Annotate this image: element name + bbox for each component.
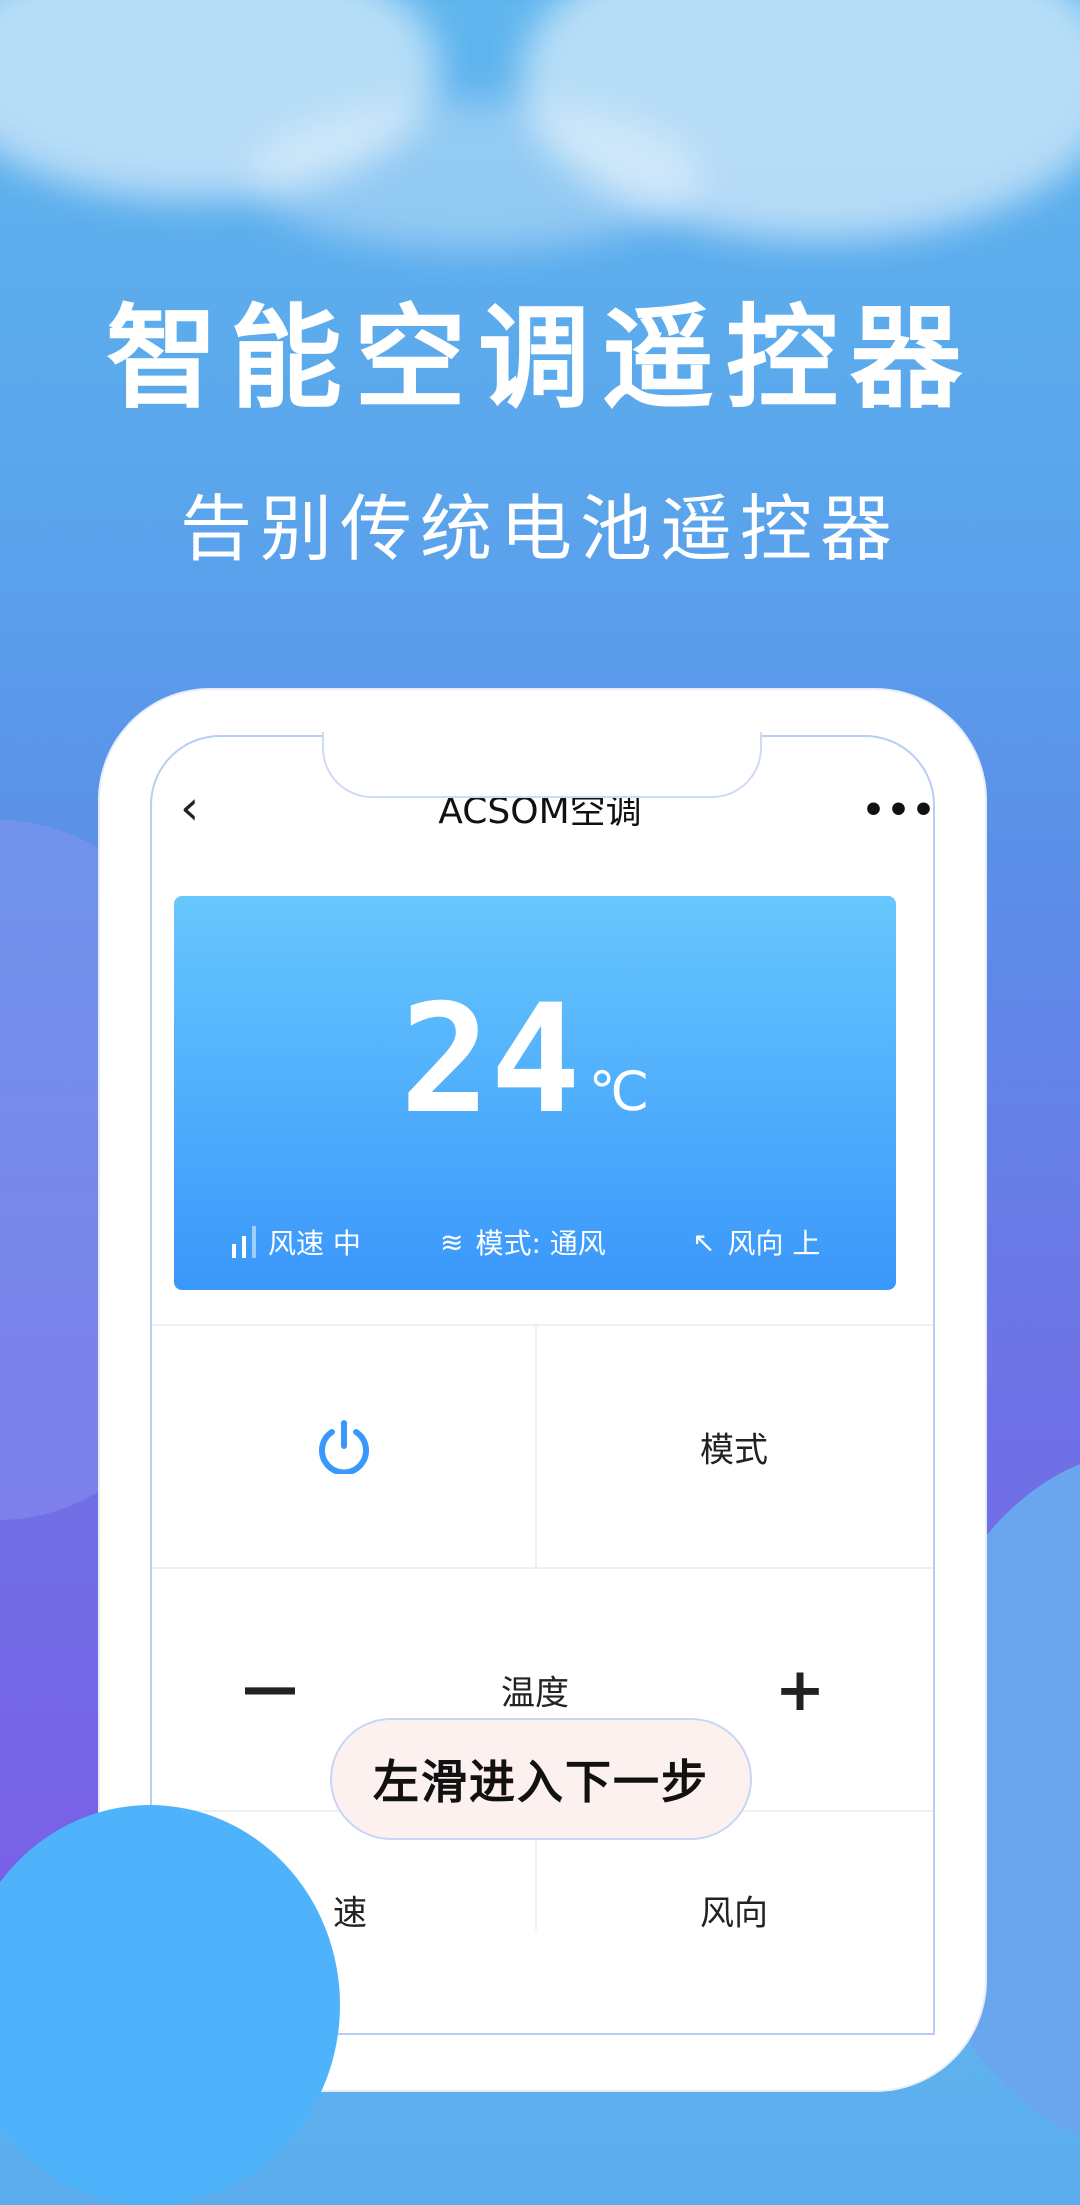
swipe-hint-button[interactable]: 左滑进入下一步 — [330, 1718, 752, 1840]
temperature-readout: 24 ℃ — [400, 985, 649, 1135]
divider — [535, 1324, 537, 1567]
temp-up-button[interactable]: + — [775, 1655, 825, 1725]
status-label: 风速 中 — [268, 1227, 361, 1260]
phone-notch — [322, 732, 762, 798]
wind-icon: ≋ — [440, 1225, 464, 1259]
status-fan-speed: 风速 中 — [232, 1222, 361, 1262]
temp-label: 温度 — [501, 1673, 569, 1714]
swing-direction-icon: ↖ — [692, 1225, 716, 1259]
temperature-value: 24 — [400, 973, 581, 1147]
mode-button[interactable]: 模式 — [700, 1423, 768, 1472]
divider — [152, 1567, 933, 1569]
power-button[interactable] — [152, 1326, 535, 1567]
status-direction: ↖ 风向 上 — [692, 1222, 820, 1262]
direction-button[interactable]: 风向 — [700, 1886, 768, 1935]
status-label: 风向 上 — [727, 1227, 821, 1260]
promo-subtitle: 告别传统电池遥控器 — [179, 487, 900, 571]
power-icon — [318, 1419, 369, 1474]
promo-headline: 智能空调遥控器 — [106, 294, 974, 424]
status-label: 模式: 通风 — [475, 1227, 606, 1260]
temp-down-button[interactable]: — — [242, 1656, 298, 1721]
status-mode: ≋ 模式: 通风 — [440, 1222, 606, 1262]
fan-speed-button[interactable]: 速 — [333, 1886, 367, 1935]
signal-bars-icon — [232, 1226, 256, 1258]
temperature-unit: ℃ — [588, 1060, 650, 1123]
